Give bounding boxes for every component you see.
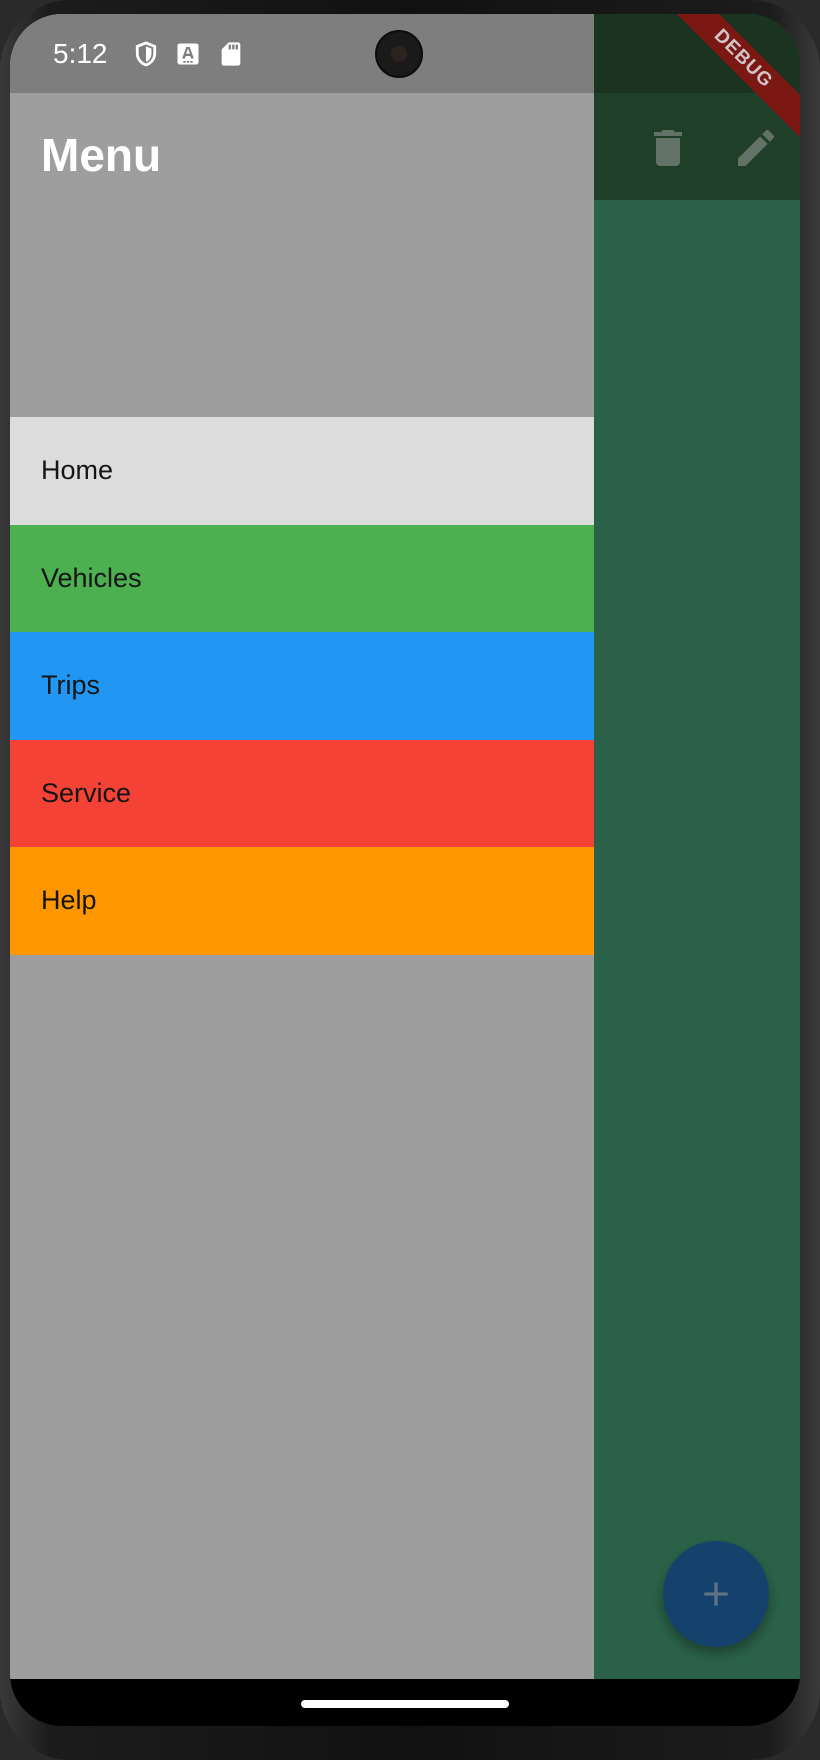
menu-item-label: Service xyxy=(41,777,132,808)
menu-item-label: Home xyxy=(41,455,114,486)
menu-item-vehicles[interactable]: Vehicles xyxy=(10,524,594,632)
screen: DEBUG 5:12 Menu Home Vehicles Trips Serv… xyxy=(10,14,800,1726)
drawer-menu-list: Home Vehicles Trips Service Help xyxy=(10,417,594,955)
menu-item-help[interactable]: Help xyxy=(10,847,594,955)
menu-item-trips[interactable]: Trips xyxy=(10,632,594,740)
phone-frame: DEBUG 5:12 Menu Home Vehicles Trips Serv… xyxy=(0,0,820,1760)
menu-item-service[interactable]: Service xyxy=(10,739,594,847)
status-bar: 5:12 xyxy=(10,14,594,93)
sd-card-icon xyxy=(221,42,241,66)
front-camera xyxy=(375,30,423,78)
menu-item-label: Vehicles xyxy=(41,562,142,593)
menu-item-label: Trips xyxy=(41,670,100,701)
keyboard-a-icon xyxy=(177,43,199,65)
shield-icon xyxy=(135,41,157,67)
drawer-title: Menu xyxy=(41,129,162,181)
home-indicator[interactable] xyxy=(301,1700,509,1708)
menu-item-home[interactable]: Home xyxy=(10,417,594,525)
menu-item-label: Help xyxy=(41,885,97,916)
navigation-drawer: 5:12 Menu Home Vehicles Trips Service He… xyxy=(10,14,594,1679)
status-time: 5:12 xyxy=(53,38,108,69)
drawer-header: Menu xyxy=(10,93,594,417)
